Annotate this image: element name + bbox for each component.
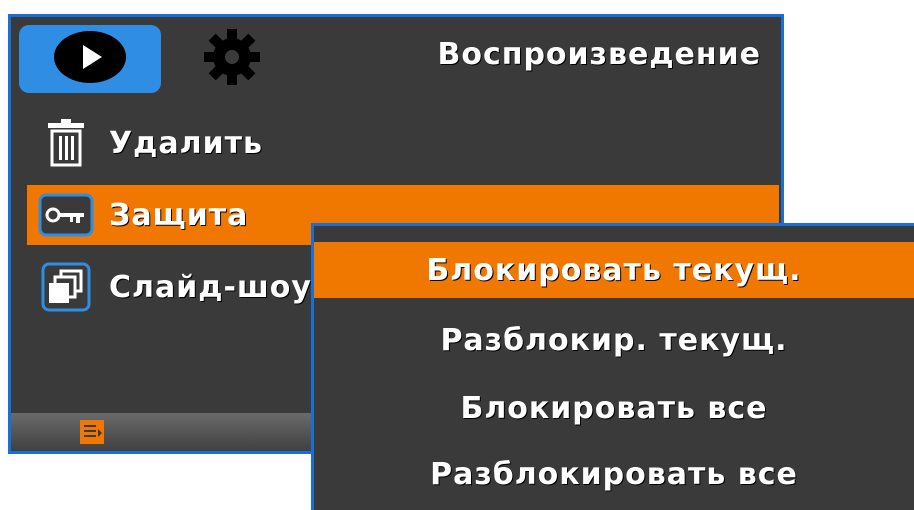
menu-item-label: Защита bbox=[109, 197, 249, 233]
key-icon bbox=[37, 188, 95, 242]
menu-item-delete[interactable]: Удалить bbox=[27, 113, 779, 173]
menu-header: Воспроизведение bbox=[11, 17, 781, 97]
submenu-item-unlock-current[interactable]: Разблокир. текущ. bbox=[314, 312, 914, 368]
submenu-item-lock-all[interactable]: Блокировать все bbox=[314, 380, 914, 436]
menu-item-label: Удалить bbox=[109, 125, 263, 161]
submenu-item-unlock-all[interactable]: Разблокировать все bbox=[314, 446, 914, 502]
play-icon bbox=[50, 29, 130, 89]
slideshow-icon bbox=[37, 260, 95, 314]
protect-submenu: Блокировать текущ. Разблокир. текущ. Бло… bbox=[311, 223, 914, 510]
document-icon bbox=[77, 417, 107, 447]
gear-icon bbox=[202, 27, 262, 91]
submenu-item-lock-current[interactable]: Блокировать текущ. bbox=[314, 242, 914, 298]
menu-item-label: Слайд-шоу bbox=[109, 269, 312, 305]
tab-settings[interactable] bbox=[197, 27, 267, 91]
tab-playback[interactable] bbox=[19, 25, 161, 93]
trash-icon bbox=[37, 116, 95, 170]
page-title: Воспроизведение bbox=[437, 37, 761, 72]
